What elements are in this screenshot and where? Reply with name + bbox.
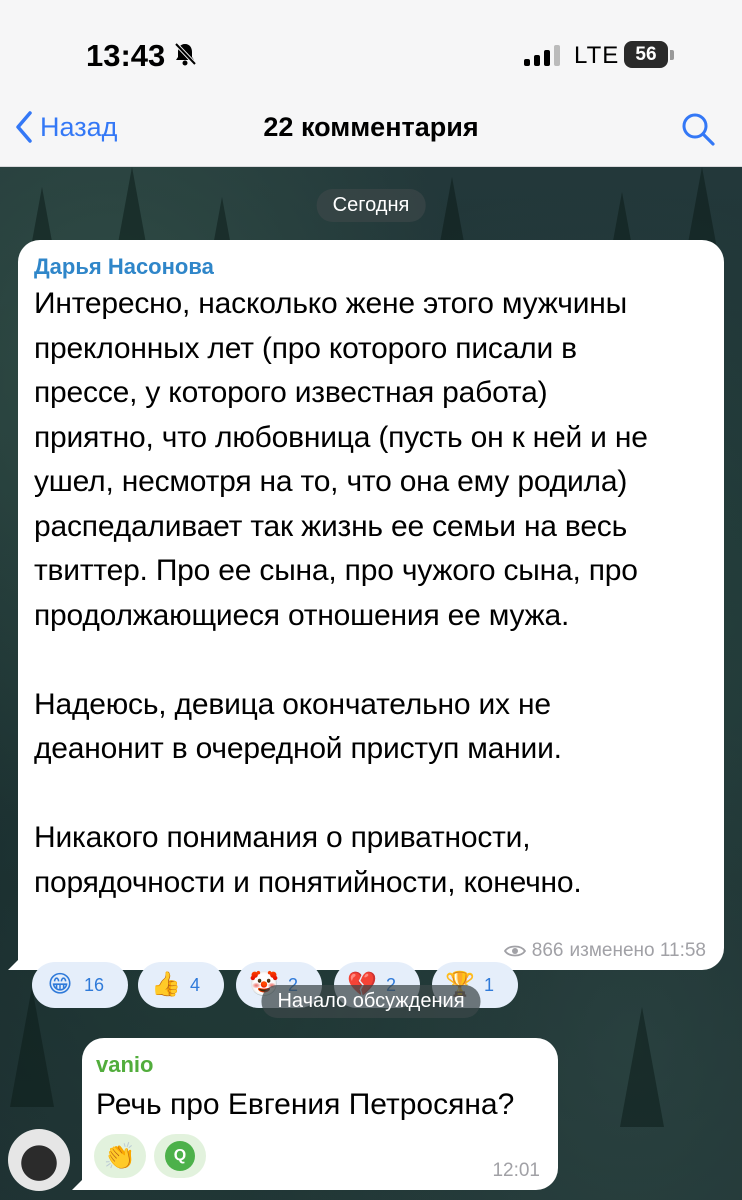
reaction-chip[interactable]: 👍 4 xyxy=(138,962,224,1008)
bubble-tail xyxy=(72,1168,94,1190)
clapping-hands-icon: 👏 xyxy=(103,1141,137,1171)
reply-author[interactable]: vanio xyxy=(96,1052,153,1078)
grinning-face-icon: 😁 xyxy=(47,971,73,998)
reaction-count: 16 xyxy=(84,974,105,995)
battery-icon: 56 xyxy=(624,41,668,68)
chat-area[interactable]: Сегодня Дарья Насонова Интересно, наскол… xyxy=(0,167,742,1200)
reply-reaction-bar: 👏 Q xyxy=(94,1134,206,1178)
view-count: 866 xyxy=(531,940,564,961)
date-separator: Сегодня xyxy=(316,189,426,222)
reaction-chip[interactable]: 👏 xyxy=(94,1134,146,1178)
thumbs-up-icon: 👍 xyxy=(151,971,181,998)
message-meta: 866 изменено 11:58 xyxy=(503,940,707,962)
page-title: 22 комментария xyxy=(263,112,479,142)
eye-icon xyxy=(503,945,526,957)
reaction-chip[interactable]: Q xyxy=(154,1134,206,1178)
battery-level: 56 xyxy=(635,43,657,65)
status-time: 13:43 xyxy=(86,38,166,73)
network-type: LTE xyxy=(574,42,620,69)
reactor-avatar-icon: Q xyxy=(165,1141,195,1171)
reply-bubble[interactable]: vanio Речь про Евгения Петросяна? 👏 Q 12… xyxy=(72,1038,558,1190)
battery-cap xyxy=(670,50,674,60)
reaction-count: 4 xyxy=(190,974,201,995)
bubble-tail xyxy=(8,948,30,970)
discussion-start-separator: Начало обсуждения xyxy=(261,985,481,1018)
top-bar: 13:43 LTE 56 Назад 22 комментария xyxy=(0,0,742,167)
signal-icon xyxy=(524,44,560,66)
message-text: Интересно, насколько жене этого мужчины … xyxy=(34,287,648,899)
reaction-count: 1 xyxy=(484,974,495,995)
background-tree xyxy=(620,1007,664,1127)
search-icon[interactable] xyxy=(680,111,716,147)
reply-time: 12:01 xyxy=(492,1160,540,1181)
reaction-chip[interactable]: 😁 16 xyxy=(32,962,128,1008)
bell-muted-icon xyxy=(174,42,197,66)
message-author[interactable]: Дарья Насонова xyxy=(34,254,214,280)
avatar[interactable] xyxy=(8,1129,70,1191)
reply-text: Речь про Евгения Петросяна? xyxy=(96,1088,515,1121)
edited-time: изменено 11:58 xyxy=(569,940,707,961)
message-bubble[interactable]: Дарья Насонова Интересно, насколько жене… xyxy=(8,240,724,1008)
